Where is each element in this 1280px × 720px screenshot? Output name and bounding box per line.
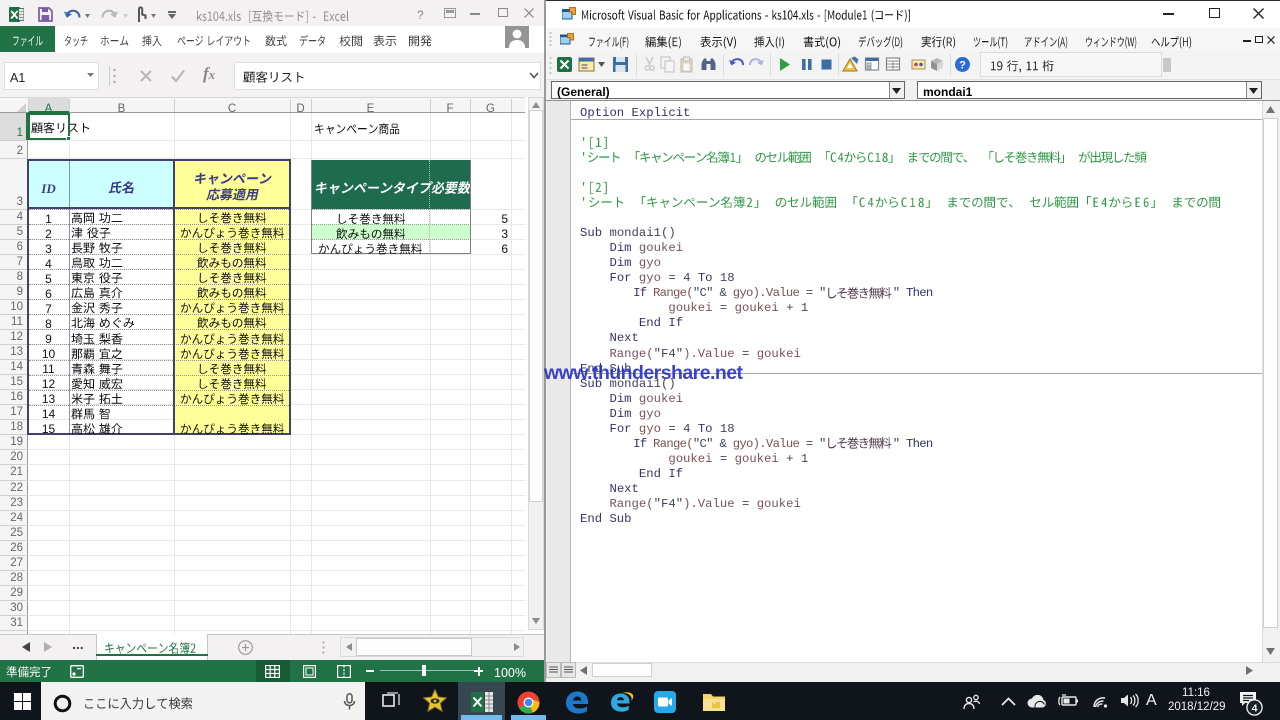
svg-text:?: ? xyxy=(959,60,966,72)
svg-text:4: 4 xyxy=(1252,703,1258,715)
